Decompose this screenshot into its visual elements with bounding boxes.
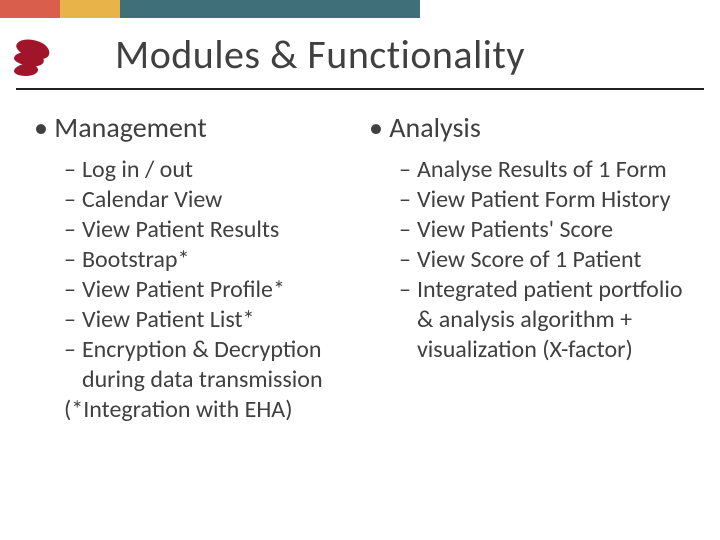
item-text: View Patients' Score: [417, 215, 690, 245]
logo-icon: [10, 38, 56, 82]
header-stripe: [0, 0, 420, 18]
list-item: –Calendar View: [64, 185, 355, 215]
stripe-yellow: [60, 0, 120, 18]
list-item: –View Score of 1 Patient: [399, 245, 690, 275]
item-text: View Score of 1 Patient: [417, 245, 690, 275]
list-item: –Bootstrap*: [64, 245, 355, 275]
list-item: –Integrated patient portfolio & analysis…: [399, 275, 690, 365]
left-list: –Log in / out –Calendar View –View Patie…: [64, 155, 355, 395]
stripe-red: [0, 0, 60, 18]
item-text: Log in / out: [82, 155, 355, 185]
item-text: Encryption & Decryption during data tran…: [82, 335, 355, 395]
left-heading-text: Management: [54, 110, 206, 145]
list-item: –Log in / out: [64, 155, 355, 185]
list-item: –View Patient List*: [64, 305, 355, 335]
left-note: (*Integration with EHA): [64, 395, 355, 425]
list-item: –View Patient Profile*: [64, 275, 355, 305]
item-text: Integrated patient portfolio & analysis …: [417, 275, 690, 365]
item-text: Calendar View: [82, 185, 355, 215]
item-text: Analyse Results of 1 Form: [417, 155, 690, 185]
item-text: View Patient List*: [82, 305, 355, 335]
right-heading-text: Analysis: [389, 110, 481, 145]
item-text: View Patient Form History: [417, 185, 690, 215]
title-divider: [16, 88, 704, 90]
list-item: –Encryption & Decryption during data tra…: [64, 335, 355, 395]
slide-title: Modules & Functionality: [115, 30, 525, 79]
item-text: Bootstrap*: [82, 245, 355, 275]
item-text: View Patient Profile*: [82, 275, 355, 305]
left-heading: Management: [30, 110, 355, 145]
list-item: –View Patient Form History: [399, 185, 690, 215]
right-column: Analysis –Analyse Results of 1 Form –Vie…: [365, 110, 700, 425]
left-column: Management –Log in / out –Calendar View …: [30, 110, 365, 425]
list-item: –Analyse Results of 1 Form: [399, 155, 690, 185]
item-text: View Patient Results: [82, 215, 355, 245]
stripe-teal: [120, 0, 420, 18]
list-item: –View Patient Results: [64, 215, 355, 245]
content-columns: Management –Log in / out –Calendar View …: [30, 110, 700, 425]
right-heading: Analysis: [365, 110, 690, 145]
list-item: –View Patients' Score: [399, 215, 690, 245]
right-list: –Analyse Results of 1 Form –View Patient…: [399, 155, 690, 365]
